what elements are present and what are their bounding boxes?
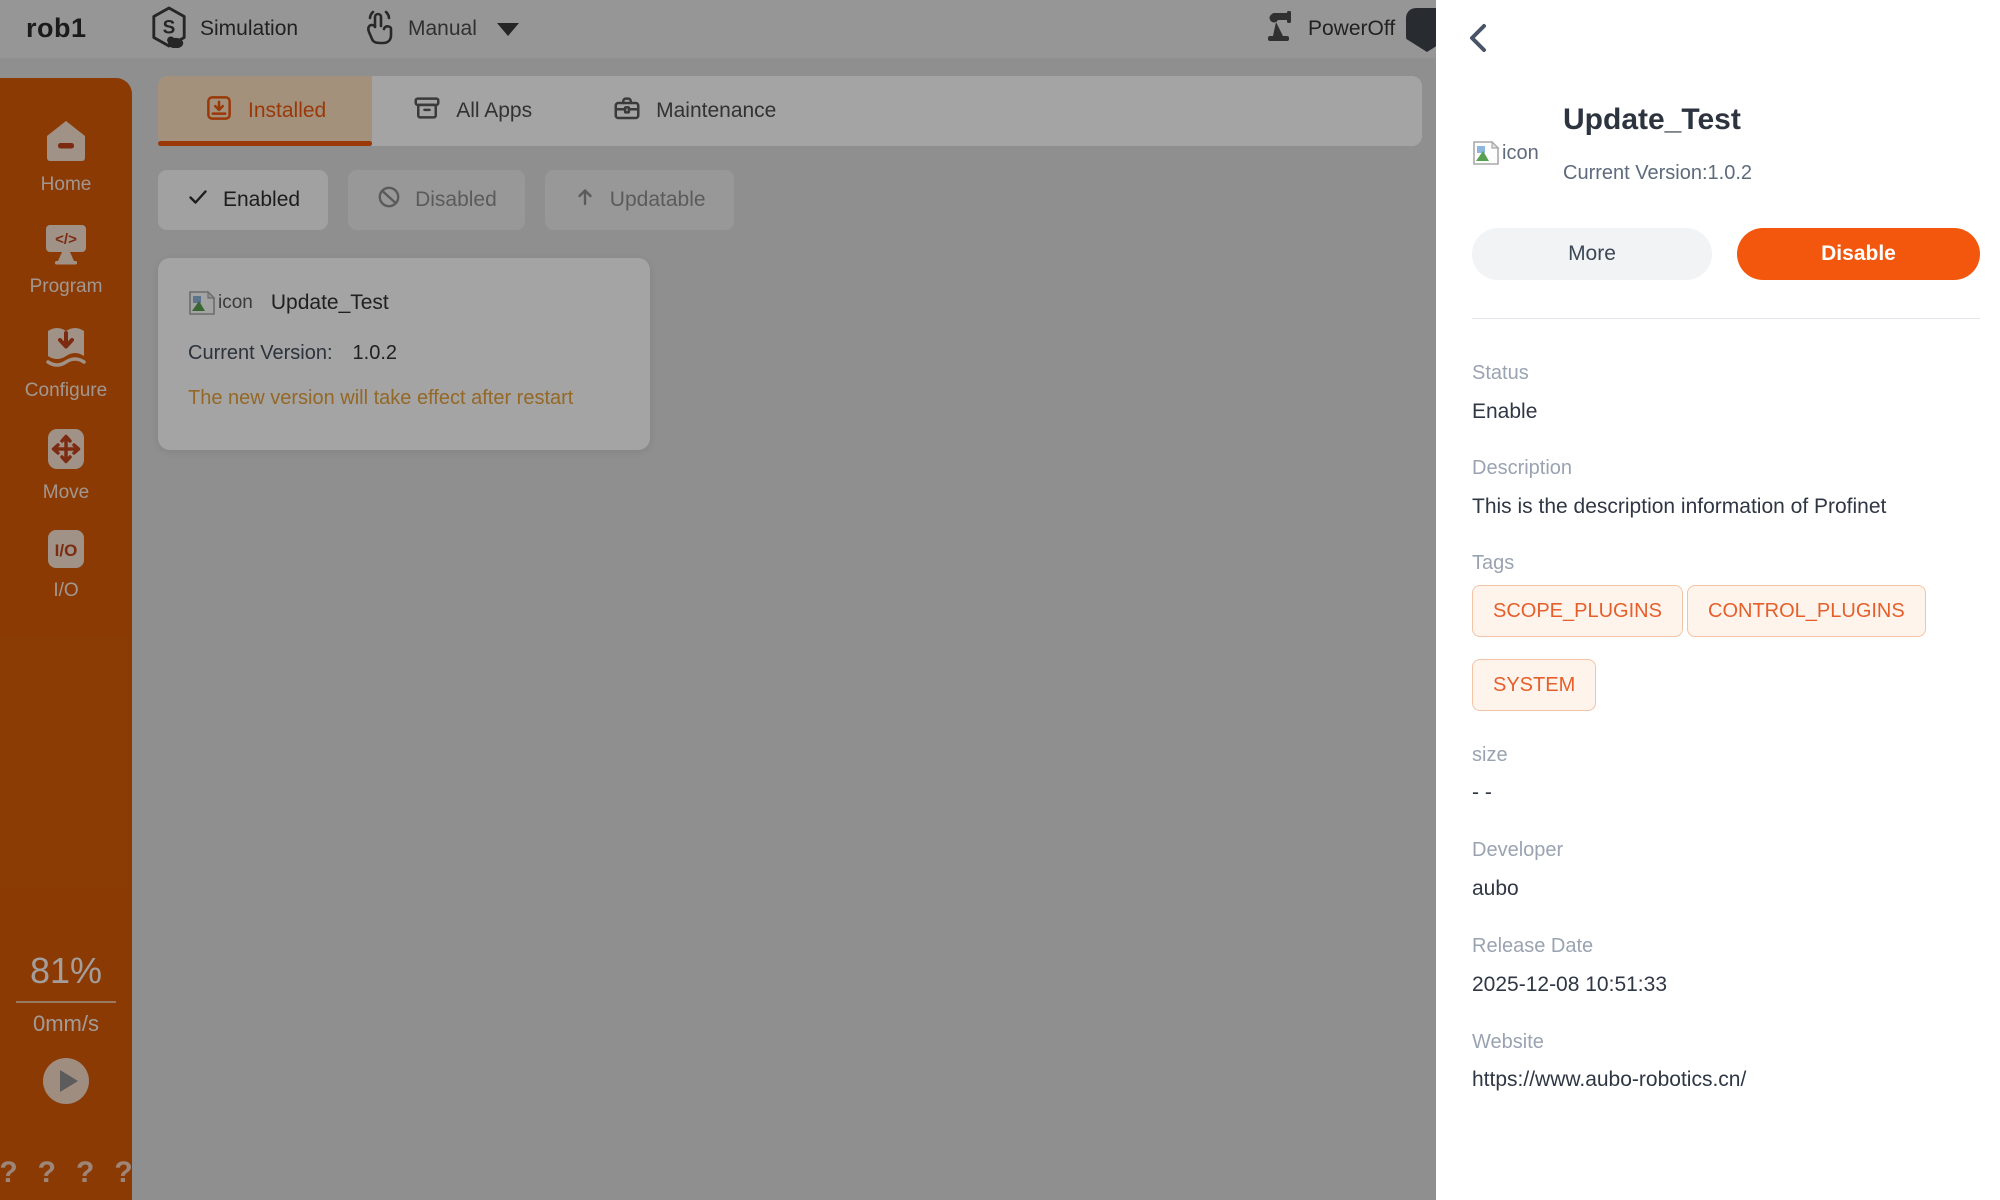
release-date-label: Release Date bbox=[1472, 935, 1593, 958]
size-value: - - bbox=[1472, 781, 1492, 805]
chevron-left-icon bbox=[1465, 22, 1491, 54]
broken-image-icon bbox=[1472, 140, 1500, 166]
tag-system: SYSTEM bbox=[1472, 659, 1596, 711]
drawer-app-icon: icon bbox=[1472, 140, 1539, 166]
app-window: rob1 S Simulation Ma bbox=[0, 0, 2000, 1200]
developer-label: Developer bbox=[1472, 839, 1563, 862]
status-label: Status bbox=[1472, 362, 1529, 385]
description-value: This is the description information of P… bbox=[1472, 495, 1886, 519]
tags-label: Tags bbox=[1472, 552, 1514, 575]
modal-backdrop[interactable] bbox=[0, 0, 1436, 1200]
website-value: https://www.aubo-robotics.cn/ bbox=[1472, 1068, 1746, 1092]
back-button[interactable] bbox=[1458, 18, 1498, 58]
developer-value: aubo bbox=[1472, 877, 1519, 901]
drawer-version-line: Current Version:1.0.2 bbox=[1563, 162, 1752, 185]
more-button[interactable]: More bbox=[1472, 228, 1712, 280]
drawer-divider bbox=[1472, 318, 1980, 319]
size-label: size bbox=[1472, 744, 1508, 767]
disable-button[interactable]: Disable bbox=[1737, 228, 1980, 280]
tag-control-plugins: CONTROL_PLUGINS bbox=[1687, 585, 1926, 637]
app-detail-drawer: icon Update_Test Current Version:1.0.2 M… bbox=[1436, 0, 2000, 1200]
drawer-app-title: Update_Test bbox=[1563, 103, 1741, 137]
tag-scope-plugins: SCOPE_PLUGINS bbox=[1472, 585, 1683, 637]
icon-alt-text: icon bbox=[1502, 142, 1539, 165]
status-value: Enable bbox=[1472, 400, 1537, 424]
description-label: Description bbox=[1472, 457, 1572, 480]
release-date-value: 2025-12-08 10:51:33 bbox=[1472, 973, 1667, 997]
website-label: Website bbox=[1472, 1031, 1544, 1054]
